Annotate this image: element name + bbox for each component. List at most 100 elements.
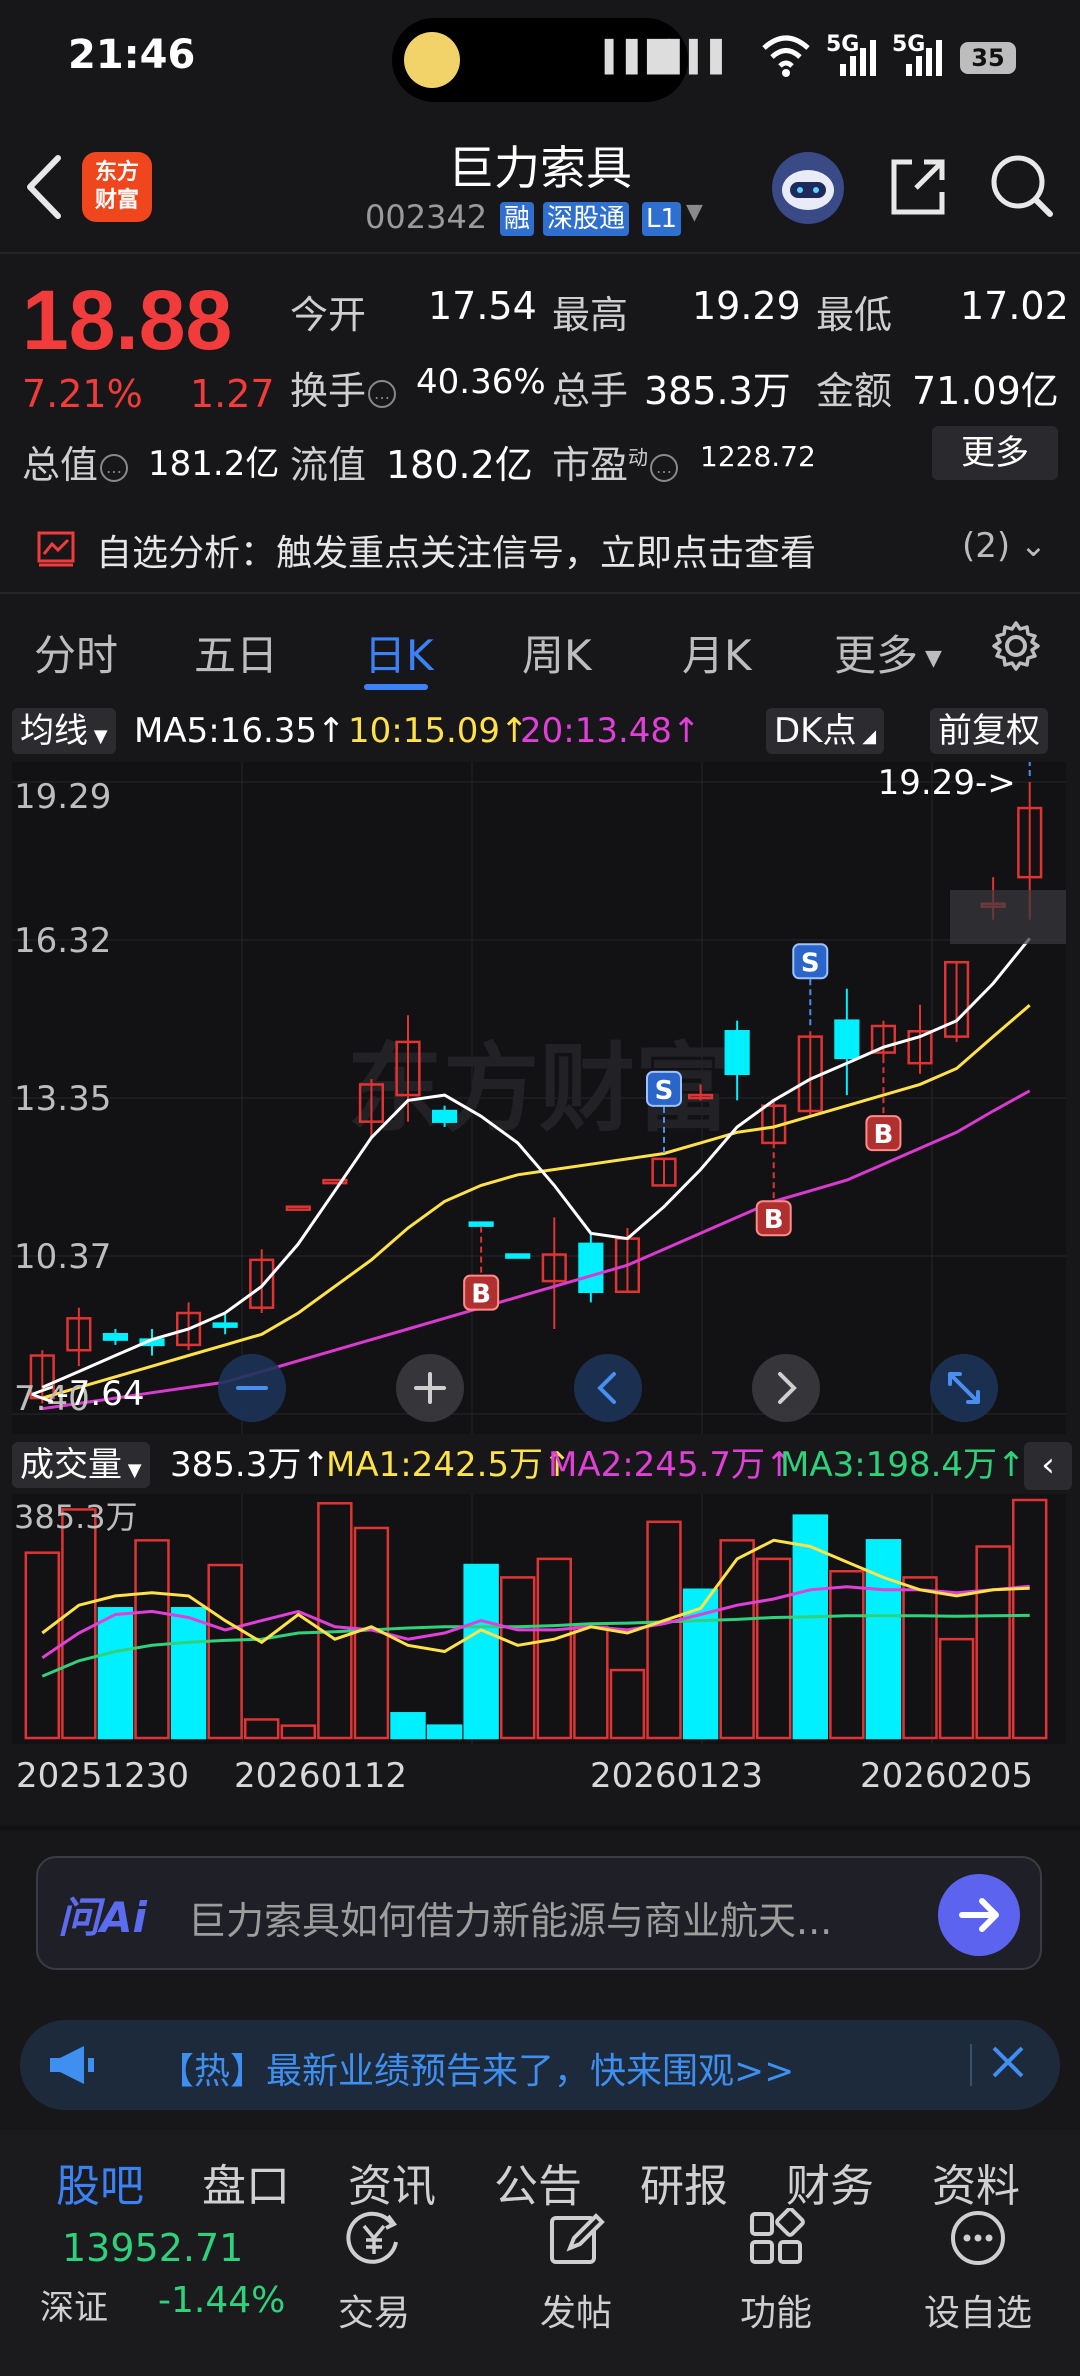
y-axis-label: 16.32 xyxy=(14,921,111,961)
high-label: 最高 xyxy=(552,293,629,337)
float-label: 流值 xyxy=(290,443,367,487)
ma10-text: 10:15.09 xyxy=(348,711,501,751)
index-name[interactable]: 深证 xyxy=(40,2280,108,2329)
vol-ma3-text: MA3:198.4万 xyxy=(780,1445,998,1485)
ai-robot-avatar-icon[interactable] xyxy=(772,152,844,224)
close-icon[interactable] xyxy=(986,2040,1030,2084)
tab-profile[interactable]: 资料 xyxy=(932,2150,1020,2214)
volume-bar xyxy=(865,1539,902,1740)
vol-ma3: MA3:198.4万↑ xyxy=(780,1445,1026,1485)
ma10-value: 10:15.09↑ xyxy=(348,711,529,751)
chevron-down-icon[interactable]: ⌄ xyxy=(1020,526,1047,564)
tab-forum[interactable]: 股吧 xyxy=(56,2150,144,2214)
tab-orderbook[interactable]: 盘口 xyxy=(202,2150,290,2214)
ma-selector-label: 均线 xyxy=(20,711,88,751)
gear-icon[interactable] xyxy=(990,620,1042,672)
buy-signal-label: B xyxy=(874,1120,894,1150)
tab-intraday[interactable]: 分时 xyxy=(34,622,118,683)
vol-ma2-text: MA2:245.7万 xyxy=(548,1445,766,1485)
trade-yen-icon[interactable] xyxy=(344,2208,404,2268)
more-button[interactable]: 更多 xyxy=(932,426,1058,480)
index-change[interactable]: -1.44% xyxy=(158,2280,285,2321)
tab-financials[interactable]: 财务 xyxy=(786,2150,874,2214)
tag-connect: 深股通 xyxy=(543,202,630,236)
volume-selector[interactable]: 成交量 ▼ xyxy=(12,1442,150,1488)
sell-signal-label: S xyxy=(655,1076,674,1106)
banner-text[interactable]: 【热】最新业绩预告来了，快来围观>> xyxy=(158,2042,794,2094)
volume-bar xyxy=(792,1514,828,1740)
zoom-left-button[interactable] xyxy=(574,1354,642,1422)
zoom-minus-button[interactable] xyxy=(218,1354,286,1422)
ai-submit-button[interactable] xyxy=(938,1874,1020,1956)
tag-dropdown-icon[interactable]: ▼ xyxy=(686,200,703,225)
sell-signal-label: S xyxy=(801,948,820,978)
ai-question-text[interactable]: 巨力索具如何借力新能源与商业航天... xyxy=(188,1890,832,1945)
tab-more[interactable]: 更多 ▼ xyxy=(834,622,942,683)
nav-add-watchlist[interactable]: 设自选 xyxy=(924,2284,1032,2336)
amount-label: 金额 xyxy=(816,369,893,413)
tab-five-day[interactable]: 五日 xyxy=(194,622,278,683)
share-icon[interactable] xyxy=(882,152,952,222)
mcap-label: 总值… xyxy=(22,434,129,489)
mcap-label-text: 总值 xyxy=(22,443,99,487)
volume-chart[interactable]: 385.3万 xyxy=(12,1494,1066,1744)
analysis-count: (2) xyxy=(962,526,1011,566)
more-dots-icon[interactable] xyxy=(948,2208,1008,2268)
nav-post[interactable]: 发帖 xyxy=(540,2284,612,2336)
volume-bar xyxy=(170,1607,207,1740)
candle-body xyxy=(431,1109,458,1123)
search-icon[interactable] xyxy=(986,150,1056,222)
now-playing-avatar-icon xyxy=(404,32,460,88)
analysis-text[interactable]: 自选分析：触发重点关注信号，立即点击查看 xyxy=(96,524,816,576)
tab-monthly-k[interactable]: 月K xyxy=(682,622,752,683)
volume-bar xyxy=(97,1607,134,1740)
kline-chart[interactable]: 东方财富BSBSBS19.2916.3213.3510.377.4019.29-… xyxy=(12,762,1066,1434)
collapse-panel-icon[interactable]: ‹ xyxy=(1024,1442,1072,1490)
zoom-expand-button[interactable] xyxy=(930,1354,998,1422)
adjust-selector[interactable]: 前复权 xyxy=(930,708,1048,754)
date-label: 20260205 xyxy=(860,1756,1034,1796)
tab-daily-k[interactable]: 日K xyxy=(364,622,434,683)
nav-functions[interactable]: 功能 xyxy=(740,2284,812,2336)
status-time: 21:46 xyxy=(68,32,196,78)
grid-function-icon[interactable] xyxy=(746,2208,806,2268)
tab-research[interactable]: 研报 xyxy=(640,2150,728,2214)
candle-body xyxy=(724,1030,750,1076)
tab-announcements[interactable]: 公告 xyxy=(494,2150,582,2214)
volume-current-text: 385.3万 xyxy=(170,1445,302,1485)
tab-weekly-k[interactable]: 周K xyxy=(522,622,592,683)
tag-margin: 融 xyxy=(500,202,535,236)
candle-body xyxy=(102,1333,129,1341)
zoom-plus-button[interactable] xyxy=(396,1354,464,1422)
turnover-value: 40.36% xyxy=(416,362,546,402)
zoom-right-button[interactable] xyxy=(752,1354,820,1422)
nav-trade[interactable]: 交易 xyxy=(338,2284,410,2336)
left-button-bg xyxy=(574,1354,642,1422)
pe-label: 市盈动… xyxy=(552,434,679,489)
info-icon[interactable]: … xyxy=(100,453,129,482)
ma-selector[interactable]: 均线 ▼ xyxy=(12,708,116,754)
turnover-label: 换手… xyxy=(290,360,397,415)
volume-label: 总手 xyxy=(552,369,629,413)
dk-point-selector[interactable]: DK点 ◢ xyxy=(766,708,885,754)
tab-news[interactable]: 资讯 xyxy=(348,2150,436,2214)
volume-bar xyxy=(390,1712,426,1740)
ma20-value: 20:13.48↑ xyxy=(520,711,701,751)
trend-chart-icon xyxy=(37,531,75,567)
date-label: 20260123 xyxy=(590,1756,764,1796)
edit-post-icon[interactable] xyxy=(546,2208,606,2268)
amount-value: 71.09亿 xyxy=(912,369,1059,413)
audio-wave-icon: ▍▌█▌▍▌ xyxy=(605,40,733,75)
info-icon[interactable]: … xyxy=(650,453,679,482)
info-icon[interactable]: … xyxy=(368,379,397,408)
ma5-value: MA5:16.35↑ xyxy=(134,711,346,751)
ai-logo: 问Ai xyxy=(58,1893,147,1942)
index-value[interactable]: 13952.71 xyxy=(62,2226,243,2270)
buy-signal-label: B xyxy=(764,1205,784,1235)
divider xyxy=(0,1826,1080,1830)
volume-selector-label: 成交量 xyxy=(20,1445,122,1485)
last-price: 18.88 xyxy=(22,273,233,367)
price-highlight-box xyxy=(950,890,1066,944)
tab-active-indicator xyxy=(364,684,428,690)
dk-label: DK点 xyxy=(774,711,857,751)
